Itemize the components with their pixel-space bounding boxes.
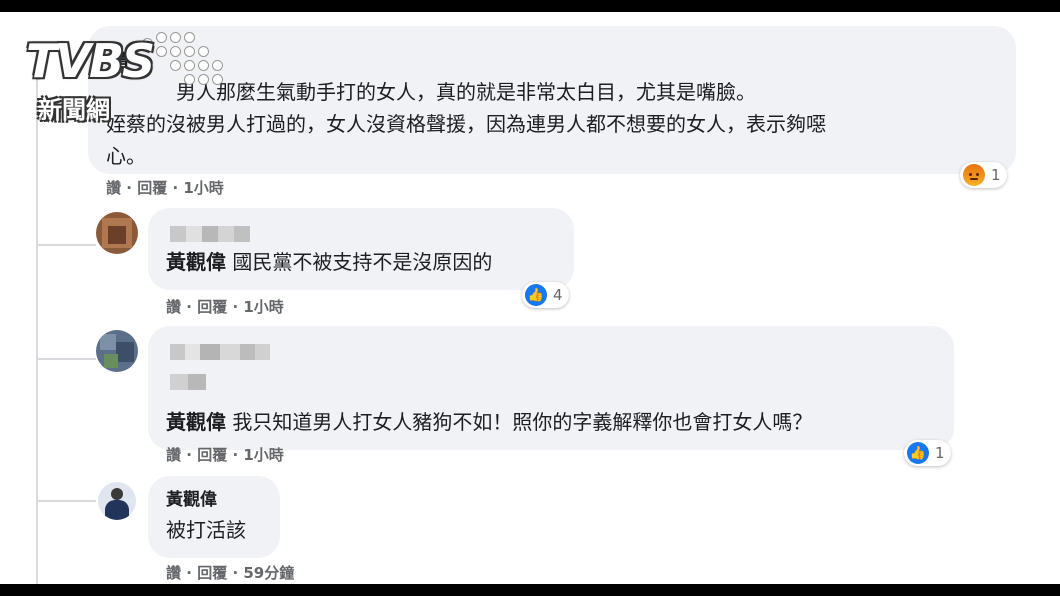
separator: · bbox=[232, 564, 239, 582]
separator: · bbox=[186, 446, 192, 464]
comment-actions: 讚 · 回覆 · 1小時 bbox=[106, 177, 224, 198]
reaction-count: 4 bbox=[553, 286, 563, 304]
reply-author[interactable]: 黃觀偉 bbox=[166, 410, 226, 434]
blurred-tag bbox=[170, 374, 206, 390]
tvbs-logo: TVBS 新聞網 bbox=[26, 32, 223, 134]
comment-bubble: 黃觀偉 國民黨不被支持不是沒原因的 bbox=[148, 208, 574, 290]
logo-subtitle: 新聞網 bbox=[38, 96, 110, 124]
reply-author[interactable]: 黃觀偉 bbox=[166, 250, 226, 274]
logo-text: TVBS bbox=[26, 34, 155, 88]
blurred-name bbox=[170, 344, 270, 360]
comment-actions: 讚 · 回覆 · 59分鐘 bbox=[166, 562, 294, 583]
reaction-summary[interactable]: 👍 4 bbox=[522, 282, 569, 308]
timestamp[interactable]: 1小時 bbox=[243, 446, 283, 464]
like-reaction-icon: 👍 bbox=[907, 442, 929, 464]
reply-text: 被打活該 bbox=[166, 518, 246, 542]
timestamp[interactable]: 1小時 bbox=[183, 179, 223, 197]
comment-text-line: 心。 bbox=[106, 144, 146, 168]
reply-link[interactable]: 回覆 bbox=[137, 179, 167, 197]
separator: · bbox=[126, 179, 132, 197]
thread-branch bbox=[36, 244, 96, 246]
avatar[interactable] bbox=[96, 330, 138, 372]
comment-thread: 黃 男人那麼生氣動手打的女人，真的就是非常太白目，尤其是嘴臉。 姪蔡的沒被男人打… bbox=[0, 12, 1060, 584]
angry-reaction-icon bbox=[963, 164, 985, 186]
comment-actions: 讚 · 回覆 · 1小時 bbox=[166, 296, 284, 317]
comment-bubble: 黃觀偉 我只知道男人打女人豬狗不如！照你的字義解釋你也會打女人嗎？ bbox=[148, 326, 954, 450]
comment-text-line: 男人那麼生氣動手打的女人，真的就是非常太白目，尤其是嘴臉。 bbox=[176, 80, 756, 104]
like-link[interactable]: 讚 bbox=[166, 564, 181, 582]
comment-bubble: 黃觀偉 被打活該 bbox=[148, 476, 280, 558]
separator: · bbox=[186, 564, 192, 582]
reply-author[interactable]: 黃觀偉 bbox=[166, 486, 217, 514]
timestamp[interactable]: 59分鐘 bbox=[243, 564, 294, 582]
reply-link[interactable]: 回覆 bbox=[197, 298, 227, 316]
separator: · bbox=[172, 179, 179, 197]
avatar[interactable] bbox=[96, 212, 138, 254]
reaction-summary[interactable]: 👍 1 bbox=[904, 440, 951, 466]
reply-link[interactable]: 回覆 bbox=[197, 446, 227, 464]
reply-text: 國民黨不被支持不是沒原因的 bbox=[232, 250, 493, 274]
blurred-name bbox=[170, 226, 250, 242]
thread-line bbox=[36, 72, 38, 584]
separator: · bbox=[186, 298, 192, 316]
comment-actions: 讚 · 回覆 · 1小時 bbox=[166, 444, 284, 465]
thread-branch bbox=[36, 500, 96, 502]
reply-text: 我只知道男人打女人豬狗不如！照你的字義解釋你也會打女人嗎？ bbox=[232, 410, 813, 434]
reaction-count: 1 bbox=[991, 166, 1001, 184]
reply-link[interactable]: 回覆 bbox=[197, 564, 227, 582]
thread-branch bbox=[36, 358, 96, 360]
avatar[interactable] bbox=[98, 482, 136, 520]
separator: · bbox=[232, 298, 239, 316]
like-link[interactable]: 讚 bbox=[106, 179, 121, 197]
like-link[interactable]: 讚 bbox=[166, 298, 181, 316]
timestamp[interactable]: 1小時 bbox=[243, 298, 283, 316]
separator: · bbox=[232, 446, 239, 464]
reaction-summary[interactable]: 1 bbox=[960, 162, 1007, 188]
comment-text: 黃觀偉 我只知道男人打女人豬狗不如！照你的字義解釋你也會打女人嗎？ bbox=[166, 408, 812, 436]
comment-text: 黃觀偉 國民黨不被支持不是沒原因的 bbox=[166, 248, 492, 276]
like-reaction-icon: 👍 bbox=[525, 284, 547, 306]
reaction-count: 1 bbox=[935, 444, 945, 462]
like-link[interactable]: 讚 bbox=[166, 446, 181, 464]
